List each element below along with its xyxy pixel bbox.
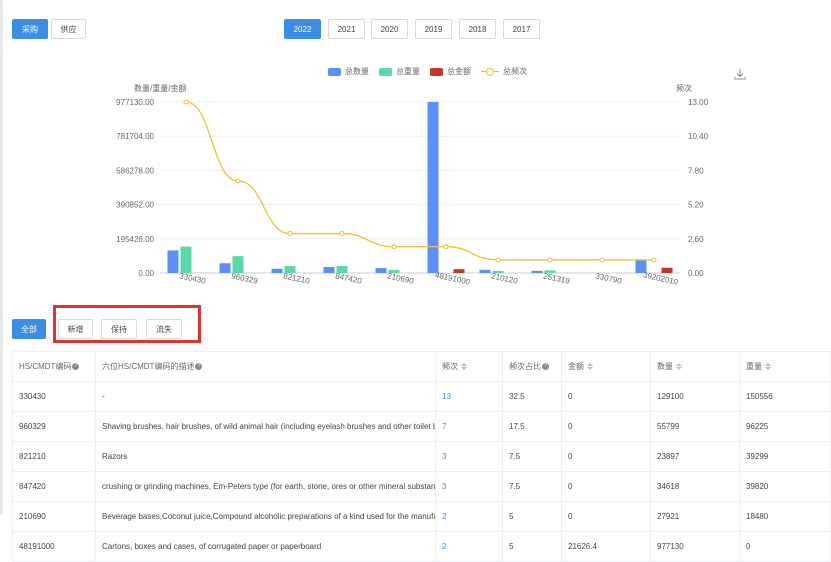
table-header-row: HS/CMDT编码? 六位HS/CMDT编码的描述? 频次 频次占比? 金额 数…	[12, 351, 831, 382]
y-tick-left: 390852.00	[116, 201, 154, 210]
table-row: 847420 crushing or grinding machines, Em-…	[12, 471, 831, 502]
help-icon: ?	[542, 363, 549, 371]
line-point	[651, 257, 657, 263]
header-weight[interactable]: 重量	[739, 351, 831, 382]
y-tick-left: 586278.00	[116, 166, 154, 175]
x-tick-label: 330430	[179, 271, 208, 285]
y-axis-left-title: 数量/重量/金额	[134, 83, 186, 93]
y-tick-right: 13.00	[688, 98, 709, 107]
header-hs-code: HS/CMDT编码?	[12, 351, 96, 382]
line-point	[599, 257, 605, 263]
line-point	[183, 99, 189, 105]
line-point	[339, 231, 345, 237]
x-tick-label: 821210	[283, 271, 312, 285]
line-point	[235, 178, 241, 184]
chart-area: 数量/重量/金额 频次 0.00 0.00 195426.00 2.60 390852.…	[116, 83, 709, 287]
bar	[375, 268, 387, 273]
bar	[180, 246, 192, 273]
help-icon: ?	[72, 363, 80, 371]
help-icon: ?	[195, 363, 203, 371]
x-tick-label: 251319	[543, 271, 572, 285]
y-tick-right: 10.40	[688, 132, 709, 141]
bar	[271, 268, 283, 273]
x-tick-label: 210690	[387, 271, 416, 285]
table-row: 330430-13 32.5 0 129100 150556	[12, 381, 831, 412]
line-point	[495, 257, 501, 263]
y-tick-left: 0.00	[138, 269, 154, 278]
table-row: 821210 Razors 3 7.5 0 23897 39299	[12, 441, 831, 472]
line-point	[287, 231, 293, 237]
sort-icon	[587, 363, 593, 371]
bar	[219, 263, 231, 273]
y-tick-right: 2.60	[688, 235, 704, 244]
header-quantity[interactable]: 数量	[650, 351, 740, 382]
filter-all[interactable]: 全部	[12, 319, 46, 339]
x-tick-label: 330790	[595, 271, 624, 285]
sort-icon	[461, 363, 467, 371]
y-tick-right: 0.00	[688, 269, 704, 278]
line-point	[547, 257, 553, 263]
y-tick-right: 5.20	[688, 201, 704, 210]
data-table: HS/CMDT编码? 六位HS/CMDT编码的描述? 频次 频次占比? 金额 数…	[12, 351, 831, 562]
header-description: 六位HS/CMDT编码的描述?	[95, 351, 436, 382]
sort-icon	[676, 363, 682, 371]
bar	[323, 266, 335, 273]
table-row: 210690 Beverage bases,Coconut juice,Compo…	[12, 501, 831, 532]
bar	[232, 256, 244, 273]
table-row: 48191000 Cartons, boxes and cases, of cor…	[12, 531, 831, 562]
x-tick-label: 960329	[231, 271, 260, 285]
sort-icon	[765, 363, 771, 371]
frequency-line	[185, 101, 654, 261]
line-point	[443, 244, 449, 250]
bar	[531, 270, 543, 273]
y-tick-left: 977130.00	[116, 98, 154, 107]
highlight-box	[53, 305, 201, 343]
bar	[427, 102, 439, 273]
bar	[661, 267, 673, 273]
x-tick-label: 847420	[335, 271, 364, 285]
line-point	[391, 244, 397, 250]
bar	[479, 269, 491, 273]
header-amount[interactable]: 金额	[561, 351, 651, 382]
table-row: 960329 Shaving brushes, hair brushes, of …	[12, 411, 831, 442]
x-tick-label: 210120	[491, 271, 520, 285]
header-frequency[interactable]: 频次	[435, 351, 503, 382]
header-frequency-ratio: 频次占比?	[502, 351, 562, 382]
bar	[453, 269, 465, 273]
y-tick-right: 7.80	[688, 166, 704, 175]
bar	[167, 250, 179, 273]
y-tick-left: 781704.00	[116, 132, 154, 141]
y-axis-right-title: 频次	[676, 83, 692, 93]
y-tick-left: 195426.00	[116, 235, 154, 244]
